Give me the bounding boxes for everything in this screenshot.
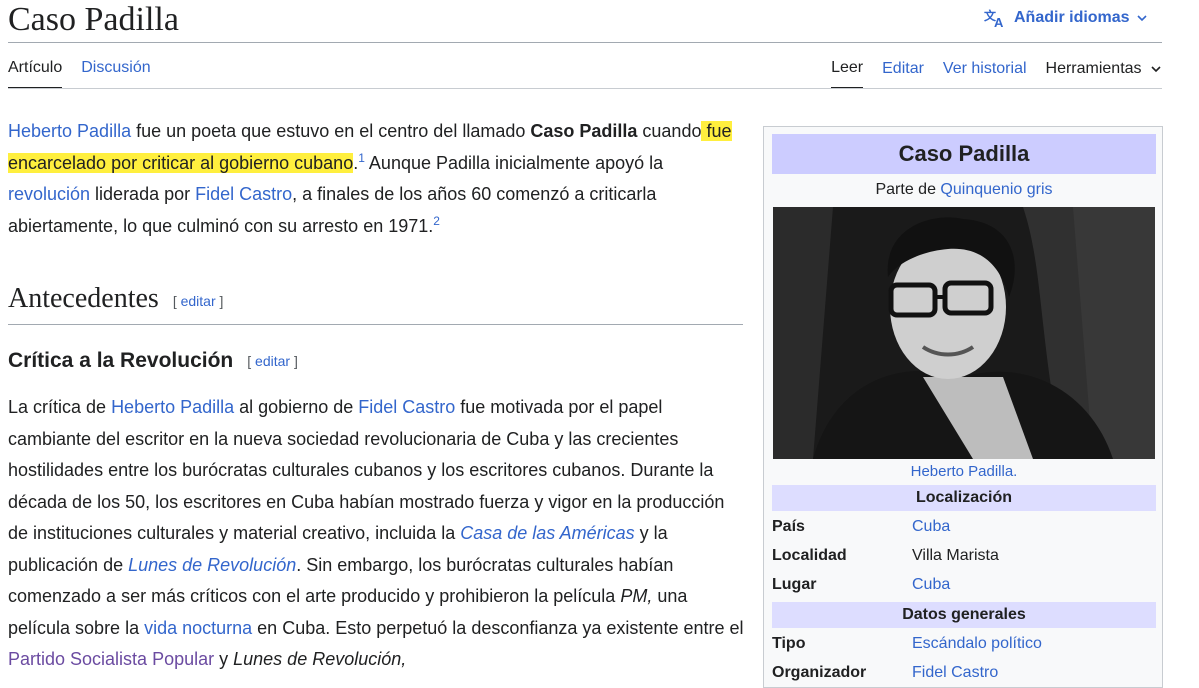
subsection-edit-link[interactable]: editar	[255, 353, 290, 369]
infobox-label: País	[772, 518, 805, 535]
infobox-label: Organizador	[772, 664, 867, 681]
link-revolucion[interactable]: revolución	[8, 184, 90, 204]
add-languages-label: Añadir idiomas	[1014, 9, 1130, 26]
title-divider	[8, 42, 1162, 43]
tools-menu-label: Herramientas	[1045, 60, 1142, 77]
infobox-value-link[interactable]: Fidel Castro	[912, 659, 998, 687]
add-languages-button[interactable]: 文 A Añadir idiomas	[984, 8, 1148, 28]
tabs-divider	[8, 88, 1162, 89]
intro-paragraph: Heberto Padilla fue un poeta que estuvo …	[8, 116, 748, 242]
infobox-header-location: Localización	[772, 485, 1156, 511]
infobox-subtitle: Parte de Quinquenio gris	[772, 179, 1156, 201]
view-tabs: Leer Editar Ver historial Herramientas	[831, 58, 1162, 89]
infobox-title: Caso Padilla	[772, 134, 1156, 174]
intro-text: fue un poeta que estuvo en el centro del…	[131, 121, 531, 141]
subsection-heading: Crítica a la Revolución [ editar ]	[8, 346, 298, 376]
infobox-row: Tipo Escándalo político	[772, 630, 1156, 658]
portrait-photo[interactable]	[773, 207, 1155, 459]
intro-bold-term: Caso Padilla	[530, 121, 638, 141]
translate-icon: 文 A	[984, 8, 1008, 28]
infobox-label: Tipo	[772, 635, 806, 652]
link-quinquenio-gris[interactable]: Quinquenio gris	[940, 181, 1052, 198]
link-fidel-castro[interactable]: Fidel Castro	[195, 184, 292, 204]
link-partido-socialista-popular[interactable]: Partido Socialista Popular	[8, 649, 214, 669]
intro-text: cuando	[637, 121, 702, 141]
infobox-row: Localidad Villa Marista	[772, 542, 1156, 570]
chevron-down-icon	[1136, 12, 1148, 24]
section-heading: Antecedentes [ editar ]	[8, 281, 743, 325]
reference-1[interactable]: 1	[358, 151, 365, 165]
link-vida-nocturna[interactable]: vida nocturna	[144, 618, 252, 638]
tab-view-history[interactable]: Ver historial	[943, 59, 1027, 88]
italic-title: PM,	[620, 586, 653, 606]
photo-caption: Heberto Padilla.	[772, 461, 1156, 483]
infobox-value-link[interactable]: Cuba	[912, 571, 950, 599]
intro-text: Aunque Padilla inicialmente apoyó la	[364, 152, 664, 173]
portrait-illustration	[773, 207, 1155, 459]
infobox-header-general: Datos generales	[772, 602, 1156, 628]
infobox: Caso Padilla Parte de Quinquenio gris He…	[763, 126, 1163, 688]
infobox-label: Localidad	[772, 547, 847, 564]
body-text: La crítica de	[8, 397, 112, 417]
link-heberto-padilla[interactable]: Heberto Padilla	[111, 397, 234, 417]
link-heberto-padilla[interactable]: Heberto Padilla.	[911, 463, 1018, 480]
italic-title: Lunes de Revolución,	[233, 649, 407, 669]
body-text: al gobierno de	[234, 397, 359, 417]
subsection-edit: [ editar ]	[247, 353, 298, 369]
subsection-heading-text: Crítica a la Revolución	[8, 349, 234, 372]
infobox-value-link[interactable]: Cuba	[912, 513, 950, 541]
link-casa-de-las-americas[interactable]: Casa de las Américas	[460, 523, 634, 543]
infobox-row: País Cuba	[772, 513, 1156, 541]
body-text: fue motivada por el papel cambiante del …	[8, 397, 725, 543]
bracket-open: [	[172, 292, 181, 309]
infobox-subtitle-prefix: Parte de	[875, 181, 941, 198]
intro-text: liderada por	[90, 184, 196, 204]
tab-article[interactable]: Artículo	[8, 58, 63, 89]
tab-discussion[interactable]: Discusión	[81, 58, 150, 89]
tab-edit[interactable]: Editar	[882, 59, 924, 88]
link-fidel-castro[interactable]: Fidel Castro	[358, 397, 455, 417]
infobox-value: Villa Marista	[912, 547, 999, 564]
reference-2[interactable]: 2	[433, 214, 440, 228]
bracket-open: [	[247, 353, 256, 370]
bracket-close: ]	[215, 292, 224, 309]
infobox-label: Lugar	[772, 576, 817, 593]
link-heberto-padilla[interactable]: Heberto Padilla	[8, 121, 131, 141]
body-paragraph: La crítica de Heberto Padilla al gobiern…	[8, 392, 748, 676]
tab-read[interactable]: Leer	[831, 58, 864, 89]
svg-text:A: A	[994, 15, 1004, 28]
chevron-down-icon	[1146, 60, 1162, 77]
link-lunes-de-revolucion[interactable]: Lunes de Revolución	[128, 555, 296, 575]
section-heading-text: Antecedentes	[8, 283, 159, 314]
namespace-tabs: Artículo Discusión	[8, 58, 151, 89]
infobox-row: Lugar Cuba	[772, 571, 1156, 599]
body-text: en Cuba. Esto perpetuó la desconfianza y…	[252, 617, 744, 638]
bracket-close: ]	[290, 353, 298, 370]
infobox-row: Organizador Fidel Castro	[772, 659, 1156, 687]
page-title: Caso Padilla	[8, 1, 179, 38]
body-text: y	[214, 649, 234, 669]
section-edit: [ editar ]	[173, 293, 224, 309]
section-edit-link[interactable]: editar	[181, 293, 216, 309]
infobox-value-link[interactable]: Escándalo político	[912, 630, 1042, 658]
tools-menu[interactable]: Herramientas	[1046, 59, 1162, 88]
